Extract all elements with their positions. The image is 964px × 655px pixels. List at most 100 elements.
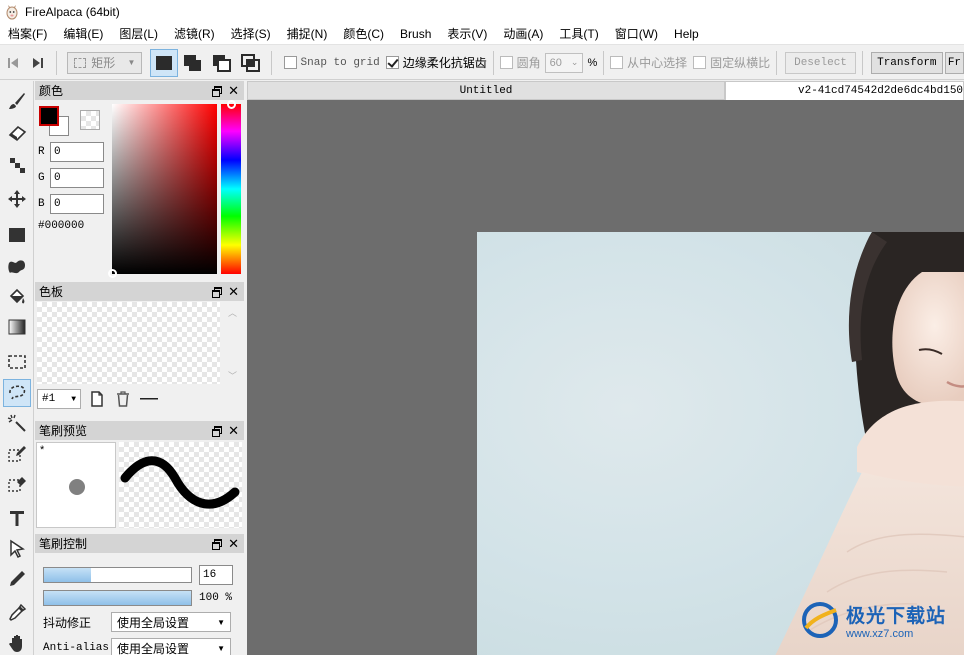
watermark: 极光下载站 www.xz7.com bbox=[800, 600, 946, 640]
panel-close-icon[interactable]: ✕ bbox=[228, 424, 239, 437]
hex-value: #000000 bbox=[38, 220, 85, 232]
toolbar-separator bbox=[603, 50, 605, 75]
panel-restore-icon[interactable] bbox=[212, 539, 223, 550]
gradient-tool-button[interactable] bbox=[3, 313, 31, 341]
brush-antialias-label: Anti-alias bbox=[43, 642, 110, 654]
menu-window[interactable]: 窗口(W) bbox=[607, 23, 666, 45]
palette-menu-button[interactable] bbox=[139, 389, 159, 409]
text-tool-button[interactable] bbox=[3, 504, 31, 532]
hand-tool-button[interactable] bbox=[3, 629, 31, 655]
transform-button[interactable]: Transform bbox=[870, 51, 943, 74]
palette-swatches-area[interactable] bbox=[37, 302, 220, 384]
menu-color[interactable]: 颜色(C) bbox=[335, 23, 392, 45]
tool-options-bar: 矩形 ▼ Snap to grid 边缘柔化抗锯齿 圆角 60 ⌄ % 从中心选… bbox=[0, 46, 964, 80]
select-eraser-tool-button[interactable] bbox=[3, 469, 31, 497]
brush-opacity-fill bbox=[44, 591, 191, 605]
panel-restore-icon[interactable] bbox=[212, 287, 223, 298]
canvas-image[interactable] bbox=[477, 232, 964, 655]
menu-edit[interactable]: 编辑(E) bbox=[55, 23, 111, 45]
saturation-value-picker[interactable] bbox=[108, 104, 217, 278]
brush-opacity-slider[interactable] bbox=[43, 590, 192, 606]
eyedropper-tool-button[interactable] bbox=[3, 599, 31, 627]
canvas-area[interactable] bbox=[247, 100, 964, 655]
menu-brush[interactable]: Brush bbox=[392, 23, 439, 45]
palette-scrollbar[interactable]: ︿ ﹀ bbox=[223, 302, 241, 384]
transparent-color-swatch[interactable] bbox=[80, 110, 100, 130]
mode-intersect-button[interactable] bbox=[238, 49, 265, 77]
dash-icon bbox=[140, 398, 158, 400]
scroll-down-icon[interactable]: ﹀ bbox=[228, 369, 237, 382]
firealpaca-window: FireAlpaca (64bit) 档案(F) 编辑(E) 图层(L) 滤镜(… bbox=[0, 0, 964, 655]
menu-tools[interactable]: 工具(T) bbox=[551, 23, 606, 45]
brush-tool-button[interactable] bbox=[3, 87, 31, 115]
chevron-down-icon: ▼ bbox=[217, 643, 225, 653]
menu-filter[interactable]: 滤镜(R) bbox=[166, 23, 223, 45]
b-input[interactable]: 0 bbox=[50, 194, 104, 214]
menu-select[interactable]: 选择(S) bbox=[223, 23, 279, 45]
menu-animation[interactable]: 动画(A) bbox=[495, 23, 551, 45]
fill-shape-tool-button[interactable] bbox=[3, 253, 31, 281]
panel-close-icon[interactable]: ✕ bbox=[228, 84, 239, 97]
lasso-tool-button[interactable] bbox=[3, 379, 31, 407]
antialias-checkbox[interactable]: 边缘柔化抗锯齿 bbox=[385, 54, 487, 71]
color-panel: R 0 G 0 B 0 #000000 bbox=[35, 100, 244, 282]
g-input[interactable]: 0 bbox=[50, 168, 104, 188]
eyedropper-icon bbox=[9, 603, 27, 621]
brush-size-slider[interactable] bbox=[43, 567, 192, 583]
antialias-label: 边缘柔化抗锯齿 bbox=[402, 56, 487, 70]
pen-tool-button[interactable] bbox=[3, 565, 31, 593]
prev-frame-button[interactable] bbox=[0, 50, 25, 76]
dot-tool-button[interactable] bbox=[3, 151, 31, 179]
window-title: FireAlpaca (64bit) bbox=[25, 4, 120, 19]
select-pen-tool-button[interactable] bbox=[3, 439, 31, 467]
menu-help[interactable]: Help bbox=[666, 23, 707, 45]
fixed-ratio-checkbox[interactable]: 固定纵横比 bbox=[693, 54, 770, 71]
foreground-color-swatch[interactable] bbox=[39, 106, 59, 126]
brush-opacity-row: 100 % bbox=[43, 590, 232, 606]
menu-file[interactable]: 档案(F) bbox=[0, 23, 55, 45]
mode-subtract-button[interactable] bbox=[209, 49, 236, 77]
menu-layer[interactable]: 图层(L) bbox=[111, 23, 166, 45]
stabilizer-select[interactable]: 使用全局设置 ▼ bbox=[111, 612, 231, 632]
menu-view[interactable]: 表示(V) bbox=[439, 23, 495, 45]
magic-wand-tool-button[interactable] bbox=[3, 409, 31, 437]
tab-active-document[interactable]: v2-41cd74542d2de6dc4bd15007b bbox=[725, 81, 964, 100]
panel-close-icon[interactable]: ✕ bbox=[228, 285, 239, 298]
bucket-tool-button[interactable] bbox=[3, 283, 31, 311]
eraser-icon bbox=[8, 125, 27, 142]
mode-add-button[interactable] bbox=[180, 49, 207, 77]
color-panel-header: 颜色 ✕ bbox=[35, 81, 244, 100]
brush-size-input[interactable]: 16 bbox=[199, 565, 233, 585]
round-corner-checkbox[interactable]: 圆角 bbox=[499, 54, 541, 71]
mode-new-button[interactable] bbox=[150, 48, 178, 77]
tab-untitled[interactable]: Untitled bbox=[247, 81, 725, 100]
panel-restore-icon[interactable] bbox=[212, 86, 223, 97]
r-label: R bbox=[38, 146, 45, 158]
r-input[interactable]: 0 bbox=[50, 142, 104, 162]
fr-button[interactable]: Fr bbox=[944, 51, 964, 74]
eraser-tool-button[interactable] bbox=[3, 119, 31, 147]
brush-antialias-select[interactable]: 使用全局设置 ▼ bbox=[111, 638, 231, 655]
round-corner-label: 圆角 bbox=[516, 56, 541, 70]
next-frame-icon bbox=[32, 57, 43, 68]
delete-palette-button[interactable] bbox=[113, 389, 133, 409]
deselect-button[interactable]: Deselect bbox=[785, 51, 856, 74]
new-palette-button[interactable] bbox=[87, 389, 107, 409]
brush-size-fill bbox=[44, 568, 92, 582]
panel-close-icon[interactable]: ✕ bbox=[228, 537, 239, 550]
fill-rect-tool-button[interactable] bbox=[3, 221, 31, 249]
selection-shape-dropdown[interactable]: 矩形 ▼ bbox=[67, 51, 143, 74]
palette-select[interactable]: #1 ▼ bbox=[37, 389, 81, 409]
snap-to-grid-checkbox[interactable]: Snap to grid bbox=[283, 56, 380, 69]
panel-restore-icon[interactable] bbox=[212, 426, 223, 437]
hue-slider[interactable] bbox=[221, 100, 241, 274]
operation-tool-button[interactable] bbox=[3, 535, 31, 563]
brush-modified-marker: * bbox=[40, 444, 45, 456]
from-center-checkbox[interactable]: 从中心选择 bbox=[610, 54, 687, 71]
move-tool-button[interactable] bbox=[3, 185, 31, 213]
menu-snap[interactable]: 捕捉(N) bbox=[279, 23, 336, 45]
round-corner-select[interactable]: 60 ⌄ bbox=[544, 52, 584, 73]
scroll-up-icon[interactable]: ︿ bbox=[228, 306, 237, 319]
select-rect-tool-button[interactable] bbox=[3, 348, 31, 376]
next-frame-button[interactable] bbox=[25, 50, 50, 76]
